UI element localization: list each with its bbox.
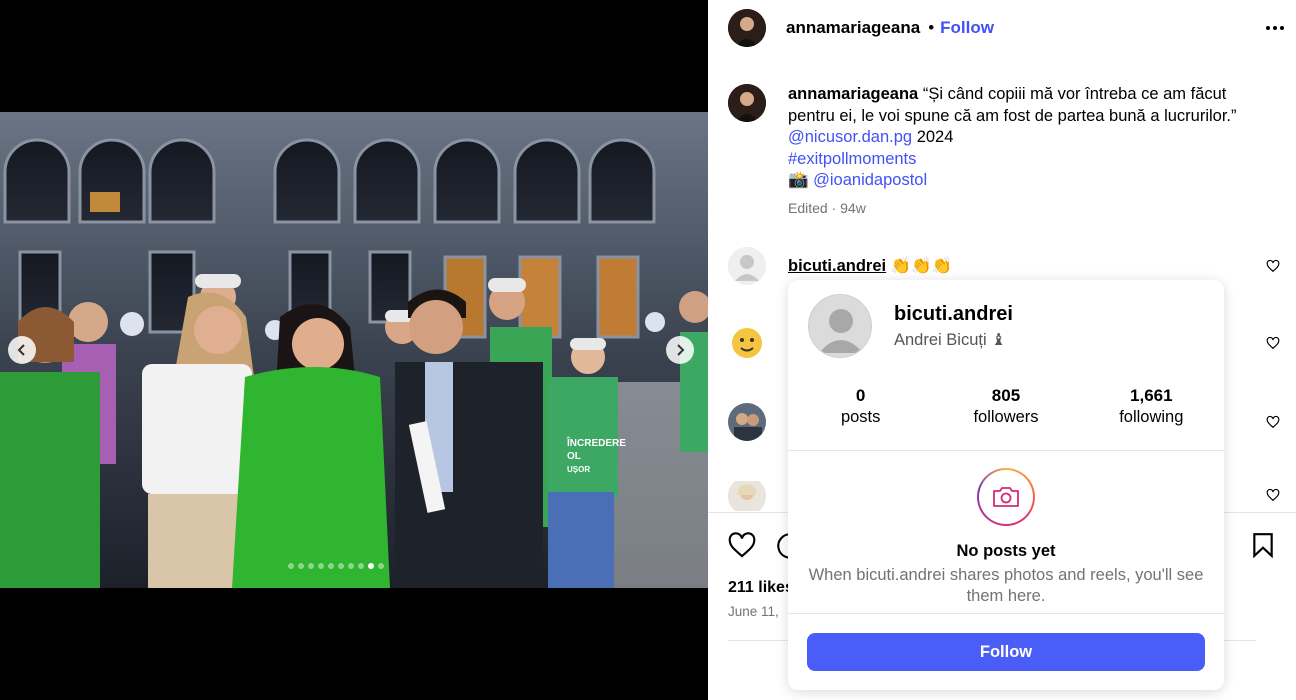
comment-avatar[interactable] bbox=[728, 324, 766, 362]
hover-card-divider bbox=[788, 450, 1224, 451]
comment-avatar[interactable] bbox=[728, 403, 766, 441]
comment-text: bicuti.andrei 👏👏👏 bbox=[788, 257, 952, 276]
stat-followers[interactable]: 805 followers bbox=[933, 386, 1078, 427]
post-header: annamariageana • Follow bbox=[728, 8, 1288, 48]
carousel-dot bbox=[298, 563, 304, 569]
header-separator: • bbox=[928, 18, 935, 37]
hover-card-divider bbox=[788, 613, 1224, 614]
carousel-dot bbox=[378, 563, 384, 569]
heart-icon[interactable] bbox=[1266, 488, 1280, 502]
more-options-icon[interactable] bbox=[1266, 26, 1284, 30]
stat-following[interactable]: 1,661 following bbox=[1079, 386, 1224, 427]
stat-value: 1,661 bbox=[1130, 386, 1173, 405]
comment-body: 👏👏👏 bbox=[890, 256, 953, 275]
hashtag-link[interactable]: #exitpollmoments bbox=[788, 150, 916, 168]
hover-card-avatar[interactable] bbox=[808, 294, 872, 358]
caption-body: annamariageana “Și când copiii mă vor în… bbox=[788, 84, 1268, 219]
likes-count[interactable]: 211 likes bbox=[728, 579, 794, 597]
post-date: June 11, bbox=[728, 604, 779, 619]
stat-value: 0 bbox=[855, 386, 866, 405]
crowd-photo-illustration: ÎNCREDERE OL UȘOR bbox=[0, 112, 708, 588]
profile-hover-card: bicuti.andrei Andrei Bicuți ♝ 0 posts 80… bbox=[788, 280, 1224, 690]
hover-card-username[interactable]: bicuti.andrei bbox=[894, 303, 1013, 326]
caption-meta: Edited · 94w bbox=[788, 199, 866, 216]
like-heart-icon[interactable] bbox=[728, 532, 756, 558]
hover-card-header: bicuti.andrei Andrei Bicuți ♝ bbox=[808, 294, 1013, 358]
caption-username[interactable]: annamariageana bbox=[788, 85, 918, 103]
carousel-dot bbox=[308, 563, 314, 569]
follow-user-button[interactable]: Follow bbox=[807, 633, 1205, 671]
comment-avatar[interactable] bbox=[728, 481, 766, 511]
no-posts-section: No posts yet When bicuti.andrei shares p… bbox=[788, 468, 1224, 607]
carousel-dot bbox=[368, 563, 374, 569]
chevron-left-icon bbox=[17, 344, 25, 356]
previous-photo-button[interactable] bbox=[8, 336, 36, 364]
carousel-dot bbox=[338, 563, 344, 569]
next-photo-button[interactable] bbox=[666, 336, 694, 364]
chevron-right-icon bbox=[677, 344, 685, 356]
banner-text-1: ÎNCREDERE bbox=[566, 436, 626, 449]
author-avatar[interactable] bbox=[728, 9, 766, 47]
post-caption: annamariageana “Și când copiii mă vor în… bbox=[728, 84, 1268, 219]
caption-year: 2024 bbox=[916, 128, 954, 146]
mention-nicusor[interactable]: @nicusor.dan.pg bbox=[788, 128, 912, 146]
stat-value: 805 bbox=[991, 386, 1021, 405]
camera-emoji-icon: 📸 bbox=[788, 171, 809, 189]
stat-label: posts bbox=[840, 408, 881, 426]
profile-stats: 0 posts 805 followers 1,661 following bbox=[788, 386, 1224, 427]
mention-ioanida[interactable]: @ioanidapostol bbox=[813, 171, 927, 189]
banner-text-2: OL bbox=[567, 451, 581, 462]
post-media: ÎNCREDERE OL UȘOR bbox=[0, 0, 708, 700]
comment-avatar[interactable] bbox=[728, 247, 766, 285]
carousel-dot bbox=[358, 563, 364, 569]
stat-label: followers bbox=[973, 408, 1039, 426]
comment-username[interactable]: bicuti.andrei bbox=[788, 257, 886, 275]
no-posts-text: When bicuti.andrei shares photos and ree… bbox=[808, 566, 1204, 605]
camera-icon bbox=[977, 468, 1035, 526]
carousel-dot bbox=[318, 563, 324, 569]
stat-posts: 0 posts bbox=[788, 386, 933, 427]
author-username[interactable]: annamariageana bbox=[786, 18, 920, 38]
stat-label: following bbox=[1119, 408, 1184, 426]
bookmark-icon[interactable] bbox=[1252, 532, 1274, 558]
banner-text-3: UȘOR bbox=[567, 465, 590, 474]
heart-icon[interactable] bbox=[1266, 415, 1280, 429]
follow-author-button[interactable]: Follow bbox=[940, 18, 994, 38]
carousel-dot bbox=[348, 563, 354, 569]
heart-icon[interactable] bbox=[1266, 259, 1280, 273]
carousel-dot bbox=[328, 563, 334, 569]
carousel-dot bbox=[288, 563, 294, 569]
carousel-dots bbox=[288, 563, 384, 569]
heart-icon[interactable] bbox=[1266, 336, 1280, 350]
no-posts-title: No posts yet bbox=[956, 542, 1056, 560]
hover-card-fullname: Andrei Bicuți ♝ bbox=[894, 330, 1007, 349]
post-photo: ÎNCREDERE OL UȘOR bbox=[0, 112, 708, 588]
caption-author-avatar[interactable] bbox=[728, 84, 766, 122]
